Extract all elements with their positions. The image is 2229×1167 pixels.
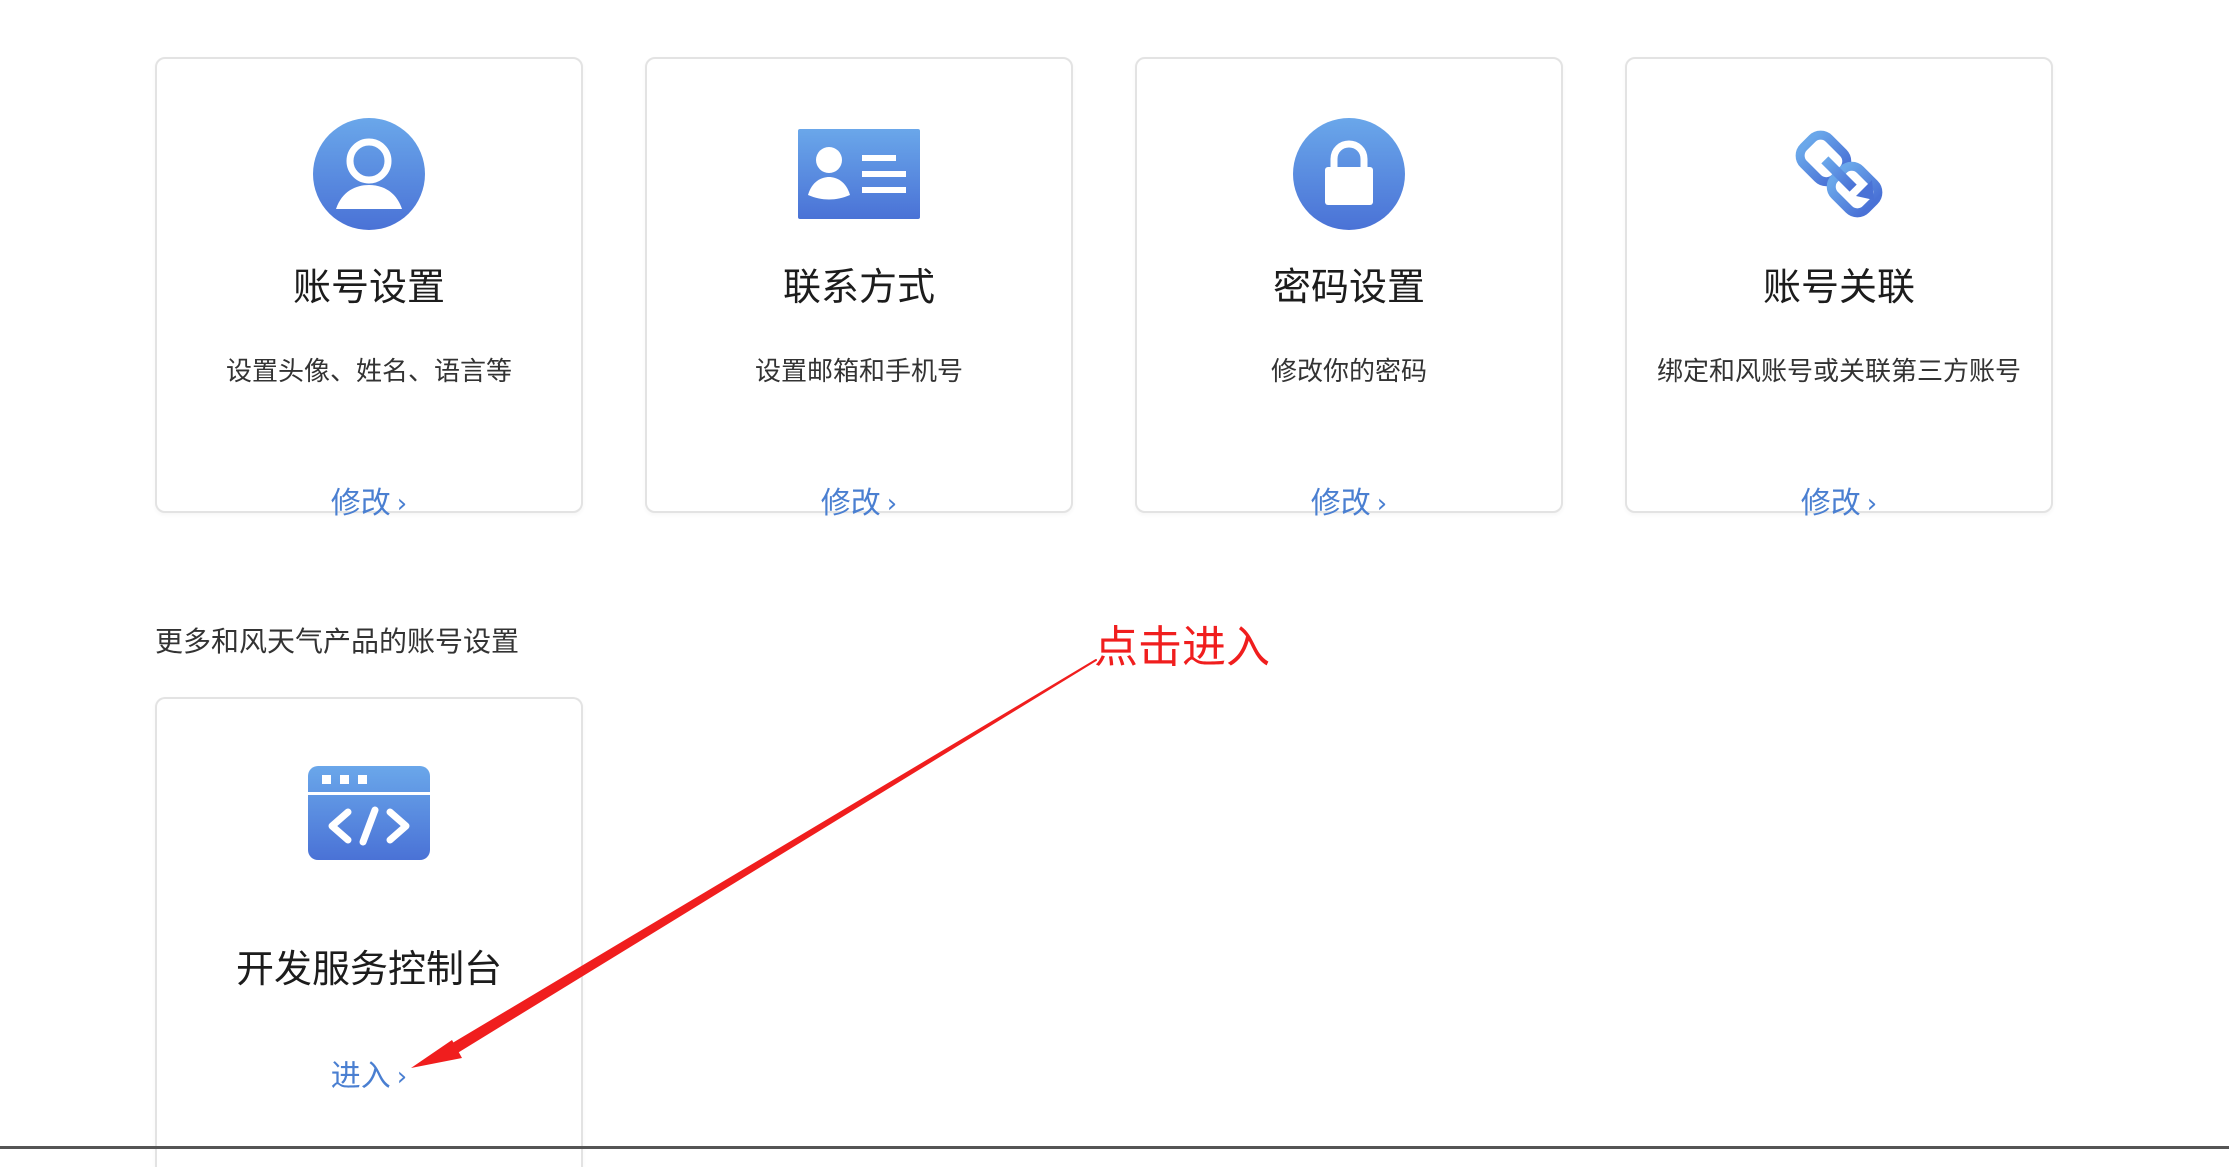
modify-password-link[interactable]: 修改 › — [1137, 484, 1561, 524]
action-label: 修改 — [1800, 486, 1861, 521]
contact-card-icon — [647, 115, 1071, 233]
code-window-icon — [157, 763, 581, 863]
action-label: 修改 — [330, 486, 391, 521]
action-label: 修改 — [1310, 486, 1371, 521]
chevron-right-icon: › — [396, 1062, 408, 1092]
account-linking-card: 账号关联 绑定和风账号或关联第三方账号 修改 › — [1625, 57, 2053, 521]
user-circle-icon — [157, 115, 581, 233]
enter-dev-console-link[interactable]: 进入 › — [157, 1057, 581, 1097]
annotation-label: 点击进入 — [1094, 622, 1270, 673]
lock-icon — [1137, 115, 1561, 233]
modify-linking-link[interactable]: 修改 › — [1627, 484, 2051, 524]
action-label: 修改 — [820, 486, 881, 521]
chevron-right-icon: › — [1866, 489, 1878, 519]
modify-account-link[interactable]: 修改 › — [157, 484, 581, 524]
card-title: 开发服务控制台 — [235, 947, 502, 991]
account-settings-card: 账号设置 设置头像、姓名、语言等 修改 › — [155, 57, 583, 521]
contact-info-card: 联系方式 设置邮箱和手机号 修改 › — [645, 57, 1073, 521]
card-title: 账号关联 — [1762, 265, 1915, 309]
card-description: 设置邮箱和手机号 — [754, 357, 963, 387]
card-title: 账号设置 — [292, 265, 445, 309]
more-products-label: 更多和风天气产品的账号设置 — [155, 625, 520, 658]
modify-contact-link[interactable]: 修改 › — [647, 484, 1071, 524]
chevron-right-icon: › — [886, 489, 898, 519]
password-settings-card: 密码设置 修改你的密码 修改 › — [1135, 57, 1563, 521]
card-description: 设置头像、姓名、语言等 — [225, 357, 512, 387]
card-description: 修改你的密码 — [1270, 357, 1427, 387]
dev-console-card: 开发服务控制台 进入 › — [155, 697, 583, 1167]
action-label: 进入 — [330, 1059, 391, 1094]
card-title: 联系方式 — [782, 265, 935, 309]
card-description: 绑定和风账号或关联第三方账号 — [1656, 357, 2021, 387]
chain-link-icon — [1627, 115, 2051, 233]
card-title: 密码设置 — [1272, 265, 1425, 309]
chevron-right-icon: › — [1376, 489, 1388, 519]
chevron-right-icon: › — [396, 489, 408, 519]
